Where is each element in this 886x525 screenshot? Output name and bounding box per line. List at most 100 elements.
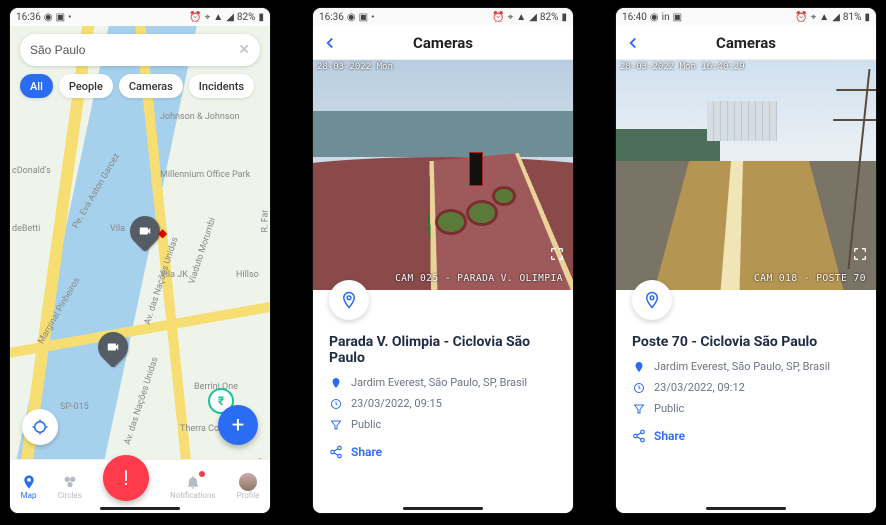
camera-detail-card: Parada V. Olimpia - Ciclovia São Paulo J… <box>313 300 573 513</box>
location-button[interactable] <box>632 280 672 320</box>
map-pin-icon <box>643 291 661 309</box>
map-poi-label: SP-015 <box>60 402 89 412</box>
alarm-icon: ⏰ <box>189 12 201 23</box>
status-battery: 81% <box>843 12 862 23</box>
camera-icon <box>106 340 120 354</box>
app-header: Cameras <box>616 26 876 60</box>
phone-map: 16:36 ◉ ▣ • ⏰ ⌖ ▲ ◢ 82% ▮ Johnson & John… <box>10 8 270 513</box>
back-button[interactable] <box>321 26 339 59</box>
app-header: Cameras <box>313 26 573 60</box>
meta-datetime: 23/03/2022, 09:12 <box>632 381 860 394</box>
bell-icon <box>185 473 201 491</box>
phone-camera-poste70: 16:40◉in▣ ⏰⌖▲◢81%▮ Cameras 28-03-2022 Mo… <box>616 8 876 513</box>
clock-icon <box>329 398 343 410</box>
map-canvas[interactable]: Johnson & JohnsoncDonald'sMillennium Off… <box>10 26 270 513</box>
filter-row: AllPeopleCamerasIncidents <box>20 74 260 98</box>
status-time: 16:36 <box>319 12 344 23</box>
plus-icon: + <box>232 413 244 438</box>
map-poi-label: Hillso <box>236 270 259 280</box>
status-battery: 82% <box>237 12 256 23</box>
nav-circles[interactable]: Circles <box>58 473 82 500</box>
battery-icon: ▮ <box>258 12 264 23</box>
map-pin-icon <box>21 473 37 491</box>
camera-title: Parada V. Olimpia - Ciclovia São Paulo <box>329 334 557 366</box>
search-bar[interactable]: ✕ <box>20 34 260 66</box>
meta-visibility: Public <box>632 402 860 415</box>
whatsapp-icon: ◉ <box>44 12 53 23</box>
filter-cameras[interactable]: Cameras <box>119 74 183 98</box>
gesture-bar <box>100 507 180 510</box>
map-pin-icon <box>329 377 343 389</box>
filter-incidents[interactable]: Incidents <box>189 74 254 98</box>
camera-visibility: Public <box>351 418 381 431</box>
circles-icon <box>62 473 78 491</box>
share-label: Share <box>351 445 382 459</box>
chevron-left-icon <box>321 34 339 52</box>
status-battery: 82% <box>540 12 559 23</box>
share-button[interactable]: Share <box>329 445 557 459</box>
camera-feed[interactable]: 28-03-2022 Mon CAM 025 - PARADA V. OLIMP… <box>313 60 573 290</box>
poi-marker[interactable]: ◆ <box>158 226 167 240</box>
camera-datetime: 23/03/2022, 09:12 <box>654 381 745 394</box>
back-button[interactable] <box>624 26 642 59</box>
camera-address: Jardim Everest, São Paulo, SP, Brasil <box>351 376 527 389</box>
nav-profile[interactable]: Profile <box>237 473 260 500</box>
nav-notifications-label: Notifications <box>170 491 215 500</box>
gesture-bar <box>706 507 786 510</box>
camera-address: Jardim Everest, São Paulo, SP, Brasil <box>654 360 830 373</box>
add-button[interactable]: + <box>218 405 258 445</box>
gesture-bar <box>403 507 483 510</box>
status-time: 16:36 <box>16 12 41 23</box>
alert-icon: ! <box>123 466 128 490</box>
phone-camera-olimpia: 16:36◉▣• ⏰⌖▲◢82%▮ Cameras 28-03-2022 Mon… <box>313 8 573 513</box>
clear-icon[interactable]: ✕ <box>238 42 250 58</box>
meta-datetime: 23/03/2022, 09:15 <box>329 397 557 410</box>
camera-datetime: 23/03/2022, 09:15 <box>351 397 442 410</box>
map-poi-label: Johnson & Johnson <box>160 112 240 122</box>
status-time: 16:40 <box>622 12 647 23</box>
camera-feed[interactable]: 28-03-2022 Mon 16:40:29 CAM 018 - POSTE … <box>616 60 876 290</box>
filter-icon <box>329 419 343 431</box>
share-icon <box>329 445 343 459</box>
location-icon: ⌖ <box>205 12 211 23</box>
share-label: Share <box>654 429 685 443</box>
feed-timestamp: 28-03-2022 Mon 16:40:29 <box>620 62 745 72</box>
page-title: Cameras <box>716 34 776 52</box>
nav-notifications[interactable]: Notifications <box>170 473 215 500</box>
fullscreen-icon[interactable] <box>549 246 565 266</box>
camera-visibility: Public <box>654 402 684 415</box>
filter-all[interactable]: All <box>20 74 53 98</box>
notification-badge <box>199 471 205 477</box>
status-bar: 16:40◉in▣ ⏰⌖▲◢81%▮ <box>616 8 876 26</box>
crosshair-icon <box>31 418 49 436</box>
avatar-icon <box>239 473 257 491</box>
signal-icon: ◢ <box>226 12 234 23</box>
filter-people[interactable]: People <box>59 74 113 98</box>
screenshot-icon: ▣ <box>56 12 65 23</box>
map-pin-icon <box>632 361 646 373</box>
bottom-nav: Map Circles ! Notifications Profile <box>10 459 270 513</box>
status-bar: 16:36◉▣• ⏰⌖▲◢82%▮ <box>313 8 573 26</box>
feed-camera-label: CAM 025 - PARADA V. OLIMPIA <box>395 273 563 284</box>
meta-address: Jardim Everest, São Paulo, SP, Brasil <box>632 360 860 373</box>
share-button[interactable]: Share <box>632 429 860 443</box>
search-input[interactable] <box>30 43 238 57</box>
nav-map[interactable]: Map <box>21 473 37 500</box>
status-bar: 16:36 ◉ ▣ • ⏰ ⌖ ▲ ◢ 82% ▮ <box>10 8 270 26</box>
locate-button[interactable] <box>22 409 58 445</box>
map-poi-label: R. Far <box>260 210 270 233</box>
wifi-icon: ▲ <box>213 12 223 23</box>
fullscreen-icon[interactable] <box>852 246 868 266</box>
map-poi-label: Millennium Office Park <box>160 170 250 180</box>
feed-camera-label: CAM 018 - POSTE 70 <box>754 273 866 284</box>
map-pin-icon <box>340 291 358 309</box>
clock-icon <box>632 382 646 394</box>
meta-visibility: Public <box>329 418 557 431</box>
filter-icon <box>632 403 646 415</box>
meta-address: Jardim Everest, São Paulo, SP, Brasil <box>329 376 557 389</box>
status-dot: • <box>68 12 71 23</box>
nav-profile-label: Profile <box>237 491 260 500</box>
nav-map-label: Map <box>21 491 37 500</box>
location-button[interactable] <box>329 280 369 320</box>
nav-alert-button[interactable]: ! <box>103 455 149 501</box>
